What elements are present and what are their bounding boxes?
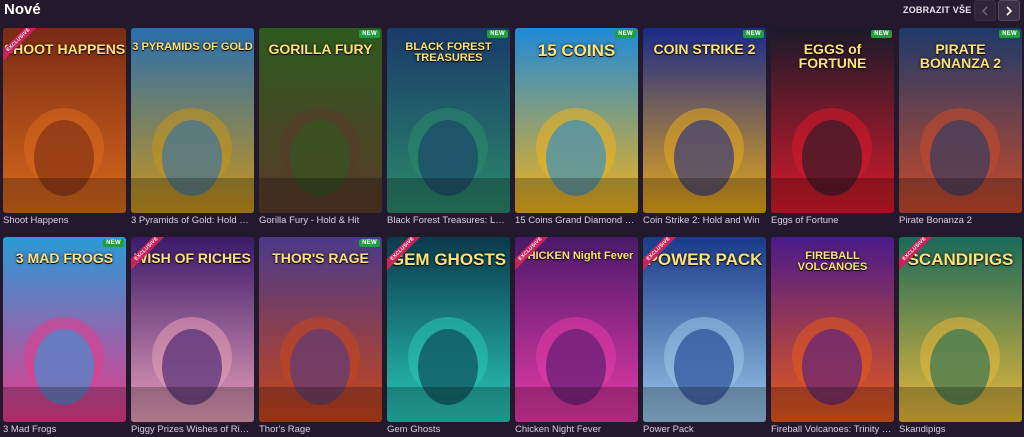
game-title[interactable]: Thor's Rage bbox=[259, 424, 382, 435]
game-logo: SCANDIPIGS bbox=[907, 250, 1014, 269]
game-logo: SHOOT HAPPENS bbox=[3, 41, 126, 57]
new-badge: NEW bbox=[359, 30, 380, 38]
game-logo: GORILLA FURY bbox=[268, 41, 373, 57]
game-title[interactable]: 3 Pyramids of Gold: Hold & ... bbox=[131, 215, 254, 226]
game-tile[interactable]: CHICKEN Night Fever EXCLUSIVE Chicken Nigh… bbox=[515, 237, 638, 437]
game-title[interactable]: Shoot Happens bbox=[3, 215, 126, 226]
new-badge: NEW bbox=[743, 30, 764, 38]
game-thumbnail[interactable]: SCANDIPIGS EXCLUSIVE bbox=[899, 237, 1022, 422]
game-title[interactable]: Power Pack bbox=[643, 424, 766, 435]
game-tile[interactable]: WISH OF RICHES EXCLUSIVE Piggy Prizes Wish… bbox=[131, 237, 254, 437]
game-logo: 3 PYRAMIDS OF GOLD bbox=[132, 41, 253, 53]
game-tile[interactable]: GEM GHOSTS EXCLUSIVE Gem Ghosts bbox=[387, 237, 510, 437]
game-tile[interactable]: 3 MAD FROGS NEW 3 Mad Frogs bbox=[3, 237, 126, 437]
game-title[interactable]: Gem Ghosts bbox=[387, 424, 510, 435]
game-tile[interactable]: 3 PYRAMIDS OF GOLD 3 Pyramids of Gold: Ho… bbox=[131, 28, 254, 228]
game-logo: GEM GHOSTS bbox=[390, 250, 507, 269]
game-tile[interactable]: THOR'S RAGE NEW Thor's Rage bbox=[259, 237, 382, 437]
game-logo: COIN STRIKE 2 bbox=[653, 41, 756, 57]
game-artwork bbox=[515, 237, 638, 422]
game-title[interactable]: Black Forest Treasures: Loc... bbox=[387, 215, 510, 226]
game-thumbnail[interactable]: PIRATE BONANZA 2 NEW bbox=[899, 28, 1022, 213]
view-all-link[interactable]: ZOBRAZIT VŠE bbox=[903, 5, 971, 15]
game-thumbnail[interactable]: SHOOT HAPPENS EXCLUSIVE bbox=[3, 28, 126, 213]
game-thumbnail[interactable]: GEM GHOSTS EXCLUSIVE bbox=[387, 237, 510, 422]
game-tile[interactable]: SCANDIPIGS EXCLUSIVE Skandipigs bbox=[899, 237, 1022, 437]
game-title[interactable]: 15 Coins Grand Diamond E... bbox=[515, 215, 638, 226]
game-logo: THOR'S RAGE bbox=[272, 250, 369, 266]
game-logo: BLACK FOREST TREASURES bbox=[405, 41, 492, 64]
game-thumbnail[interactable]: WISH OF RICHES EXCLUSIVE bbox=[131, 237, 254, 422]
game-logo: FIREBALL VOLCANOES bbox=[797, 250, 868, 273]
game-title[interactable]: Eggs of Fortune bbox=[771, 215, 894, 226]
game-thumbnail[interactable]: BLACK FOREST TREASURES NEW bbox=[387, 28, 510, 213]
game-logo: EGGS of FORTUNE bbox=[798, 41, 867, 71]
game-thumbnail[interactable]: CHICKEN Night Fever EXCLUSIVE bbox=[515, 237, 638, 422]
game-thumbnail[interactable]: POWER PACK EXCLUSIVE bbox=[643, 237, 766, 422]
new-badge: NEW bbox=[359, 239, 380, 247]
game-tile[interactable]: SHOOT HAPPENS EXCLUSIVE Shoot Happens bbox=[3, 28, 126, 228]
games-grid: SHOOT HAPPENS EXCLUSIVE Shoot Happens 3 PYR… bbox=[3, 28, 1024, 437]
game-title[interactable]: Piggy Prizes Wishes of Riches bbox=[131, 424, 254, 435]
game-title[interactable]: Pirate Bonanza 2 bbox=[899, 215, 1022, 226]
new-badge: NEW bbox=[999, 30, 1020, 38]
new-badge: NEW bbox=[103, 239, 124, 247]
game-title[interactable]: Coin Strike 2: Hold and Win bbox=[643, 215, 766, 226]
chevron-left-icon bbox=[981, 5, 988, 16]
game-tile[interactable]: 15 COINS NEW 15 Coins Grand Diamond E... bbox=[515, 28, 638, 228]
game-thumbnail[interactable]: THOR'S RAGE NEW bbox=[259, 237, 382, 422]
carousel-next-button[interactable] bbox=[998, 0, 1020, 21]
new-badge: NEW bbox=[615, 30, 636, 38]
game-title[interactable]: Skandipigs bbox=[899, 424, 1022, 435]
game-logo: CHICKEN Night Fever bbox=[519, 250, 634, 262]
game-thumbnail[interactable]: 3 MAD FROGS NEW bbox=[3, 237, 126, 422]
new-badge: NEW bbox=[871, 30, 892, 38]
chevron-right-icon bbox=[1006, 5, 1013, 16]
game-logo: WISH OF RICHES bbox=[134, 250, 251, 266]
game-title[interactable]: Gorilla Fury - Hold & Hit bbox=[259, 215, 382, 226]
game-tile[interactable]: BLACK FOREST TREASURES NEW Black Forest Tr… bbox=[387, 28, 510, 228]
section-title: Nové bbox=[4, 1, 41, 18]
game-tile[interactable]: PIRATE BONANZA 2 NEW Pirate Bonanza 2 bbox=[899, 28, 1022, 228]
game-thumbnail[interactable]: GORILLA FURY NEW bbox=[259, 28, 382, 213]
game-tile[interactable]: GORILLA FURY NEW Gorilla Fury - Hold & Hit bbox=[259, 28, 382, 228]
game-tile[interactable]: COIN STRIKE 2 NEW Coin Strike 2: Hold and … bbox=[643, 28, 766, 228]
game-logo: 15 COINS bbox=[537, 41, 616, 60]
section-header: Nové ZOBRAZIT VŠE bbox=[0, 0, 1024, 24]
game-thumbnail[interactable]: COIN STRIKE 2 NEW bbox=[643, 28, 766, 213]
game-thumbnail[interactable]: EGGS of FORTUNE NEW bbox=[771, 28, 894, 213]
game-artwork bbox=[131, 28, 254, 213]
game-tile[interactable]: EGGS of FORTUNE NEW Eggs of Fortune bbox=[771, 28, 894, 228]
game-thumbnail[interactable]: 15 COINS NEW bbox=[515, 28, 638, 213]
game-tile[interactable]: POWER PACK EXCLUSIVE Power Pack bbox=[643, 237, 766, 437]
game-title[interactable]: Chicken Night Fever bbox=[515, 424, 638, 435]
game-title[interactable]: 3 Mad Frogs bbox=[3, 424, 126, 435]
game-logo: 3 MAD FROGS bbox=[15, 250, 114, 266]
game-title[interactable]: Fireball Volcanoes: Trinity S... bbox=[771, 424, 894, 435]
game-tile[interactable]: FIREBALL VOLCANOES Fireball Volcanoes: Tr… bbox=[771, 237, 894, 437]
game-thumbnail[interactable]: 3 PYRAMIDS OF GOLD bbox=[131, 28, 254, 213]
game-logo: PIRATE BONANZA 2 bbox=[919, 41, 1002, 71]
carousel-prev-button[interactable] bbox=[974, 0, 996, 21]
new-badge: NEW bbox=[487, 30, 508, 38]
game-logo: POWER PACK bbox=[646, 250, 763, 269]
game-thumbnail[interactable]: FIREBALL VOLCANOES bbox=[771, 237, 894, 422]
